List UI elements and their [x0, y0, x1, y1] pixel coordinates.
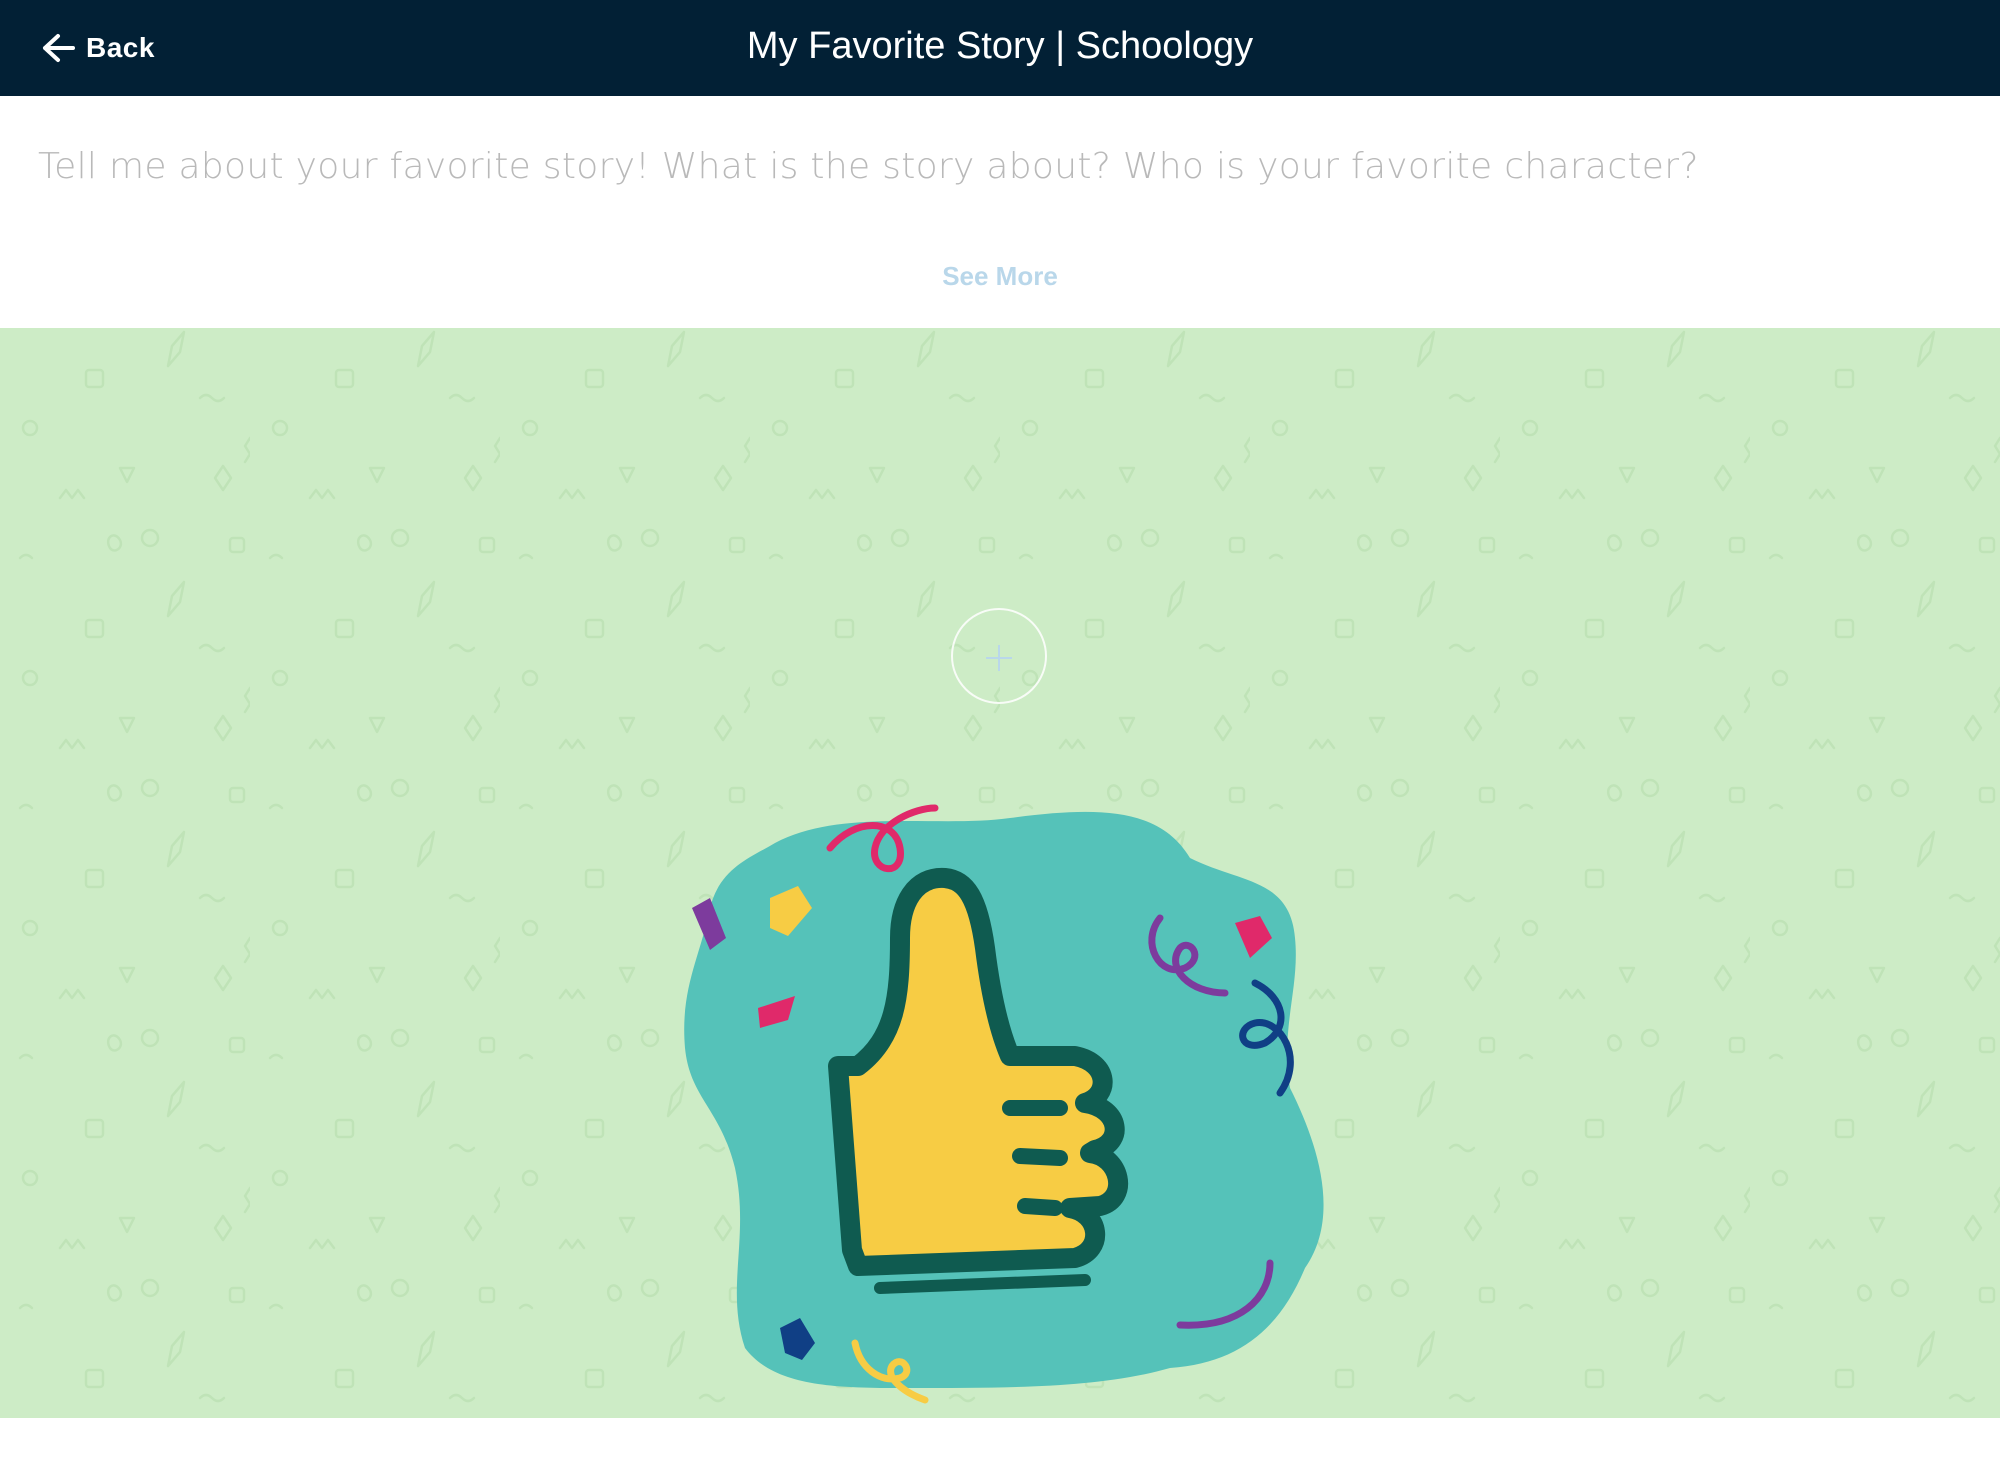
- bottom-strip: [0, 1418, 2000, 1459]
- see-more-button[interactable]: See More: [0, 261, 2000, 292]
- prompt-area: Tell me about your favorite story! What …: [0, 96, 2000, 328]
- prompt-text: Tell me about your favorite story! What …: [38, 146, 1699, 187]
- page-title: My Favorite Story | Schoology: [746, 25, 1254, 67]
- response-canvas: [0, 328, 2000, 1418]
- thumbs-up-icon: [684, 804, 1324, 1404]
- see-more-label: See More: [942, 261, 1058, 291]
- plus-icon: [986, 645, 1012, 671]
- top-bar: Back My Favorite Story | Schoology: [0, 0, 2000, 96]
- expand-button[interactable]: [951, 608, 1047, 704]
